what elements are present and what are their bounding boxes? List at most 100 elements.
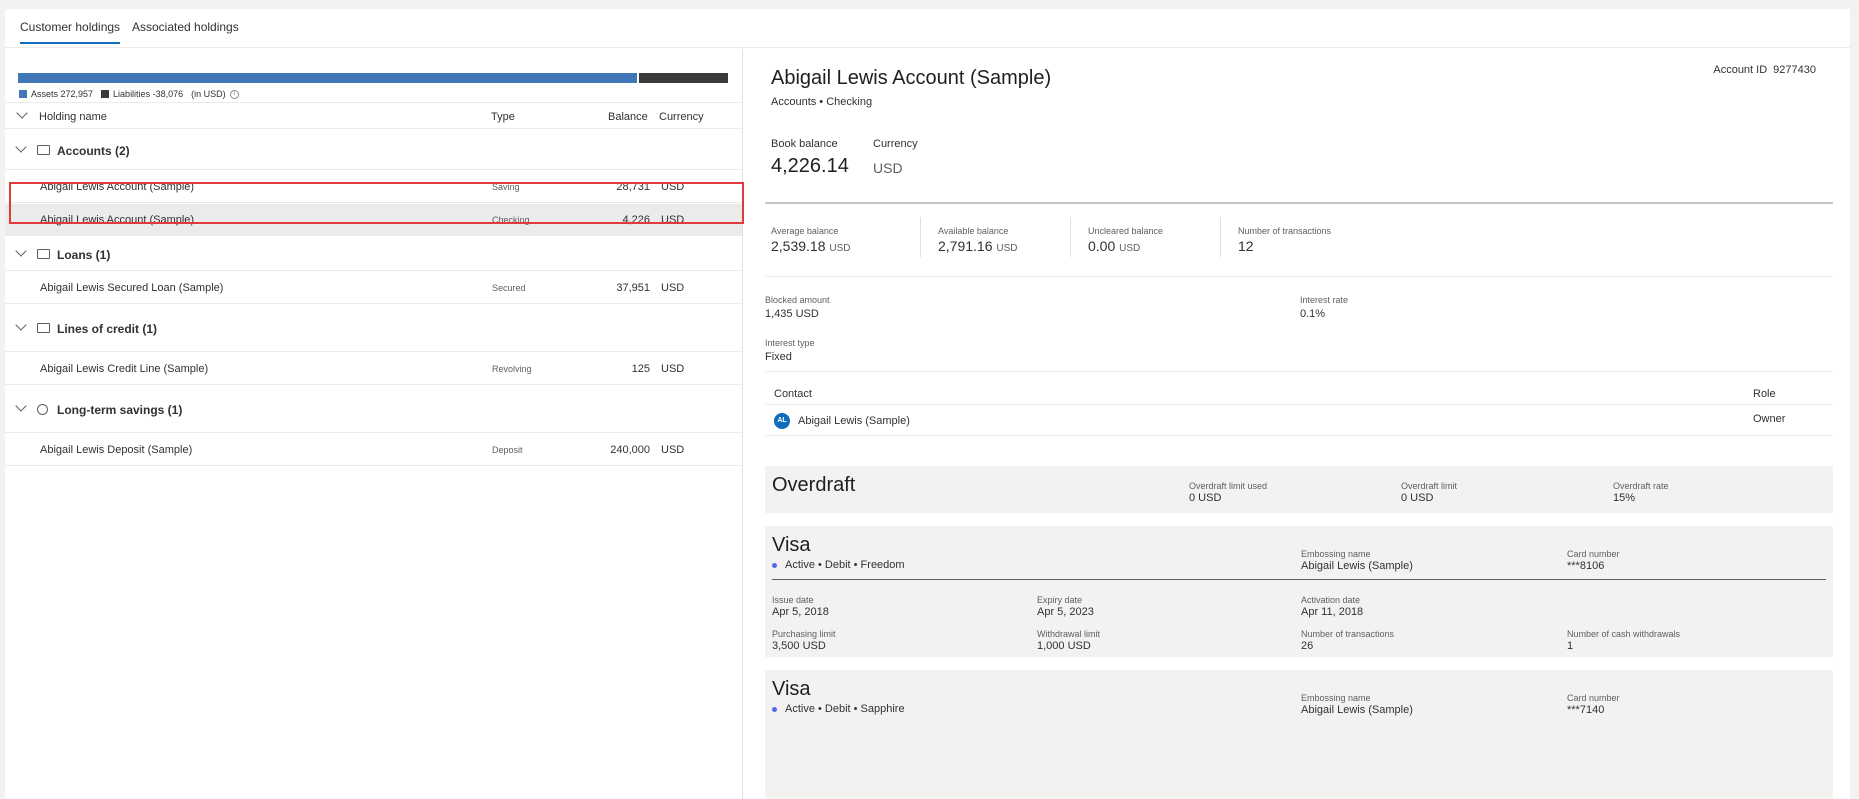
overdraft-card: Overdraft Overdraft limit used 0 USD Ove… bbox=[765, 466, 1833, 513]
liabilities-legend-label: Liabilities -38,076 bbox=[113, 89, 184, 99]
divider bbox=[772, 579, 1826, 580]
row-type: Checking bbox=[492, 215, 530, 225]
divider bbox=[1220, 217, 1221, 257]
row-balance: 240,000 bbox=[610, 444, 650, 456]
contact-name[interactable]: Abigail Lewis (Sample) bbox=[798, 415, 910, 427]
group-accounts[interactable]: Accounts (2) bbox=[5, 130, 742, 170]
divider bbox=[765, 202, 1833, 204]
overdraft-title: Overdraft bbox=[772, 474, 856, 496]
row-balance: 28,731 bbox=[616, 181, 650, 193]
currency-note: (in USD) bbox=[191, 89, 226, 99]
purchasing-limit: Purchasing limit 3,500 USD bbox=[772, 629, 836, 652]
account-id-label: Account ID bbox=[1713, 64, 1768, 76]
tab-bar: Customer holdings Associated holdings bbox=[5, 9, 1850, 48]
visa-card-freedom: Visa Active • Debit • Freedom Embossing … bbox=[765, 526, 1833, 657]
row-balance: 4,226 bbox=[622, 214, 650, 226]
group-label: Long-term savings (1) bbox=[57, 403, 183, 417]
table-row[interactable]: Abigail Lewis Account (Sample) Saving 28… bbox=[5, 171, 742, 203]
app-frame: Customer holdings Associated holdings As… bbox=[5, 9, 1850, 799]
row-balance: 37,951 bbox=[616, 282, 650, 294]
card-number-of-transactions: Number of transactions 26 bbox=[1301, 629, 1395, 652]
account-id: Account ID 9277430 bbox=[1713, 64, 1816, 76]
group-long-term-savings[interactable]: Long-term savings (1) bbox=[5, 386, 742, 433]
activation-date: Activation date Apr 11, 2018 bbox=[1301, 595, 1364, 618]
contact-role: Owner bbox=[1753, 413, 1786, 425]
visa-card-sapphire: Visa Active • Debit • Sapphire Embossing… bbox=[765, 670, 1833, 799]
row-name: Abigail Lewis Account (Sample) bbox=[40, 181, 195, 193]
header-contact: Contact bbox=[774, 388, 812, 400]
row-currency: USD bbox=[661, 444, 685, 456]
card-number: Card number ***8106 bbox=[1567, 549, 1620, 572]
overdraft-limit: Overdraft limit 0 USD bbox=[1401, 481, 1458, 504]
withdrawal-limit: Withdrawal limit 1,000 USD bbox=[1037, 629, 1101, 652]
chevron-down-icon[interactable] bbox=[15, 141, 27, 153]
card-status: Active • Debit • Sapphire bbox=[772, 703, 905, 715]
accounts-icon bbox=[37, 145, 50, 155]
loans-icon bbox=[37, 249, 50, 259]
page-subtitle: Accounts • Checking bbox=[771, 96, 873, 108]
expiry-date: Expiry date Apr 5, 2023 bbox=[1037, 595, 1094, 618]
holdings-legend: Assets 272,957 Liabilities -38,076 (in U… bbox=[19, 89, 239, 99]
card-title: Visa bbox=[772, 534, 811, 556]
tab-customer-holdings[interactable]: Customer holdings bbox=[20, 20, 121, 44]
embossing-name: Embossing name Abigail Lewis (Sample) bbox=[1301, 549, 1413, 572]
row-type: Revolving bbox=[492, 364, 532, 374]
header-holding-name[interactable]: Holding name bbox=[39, 111, 107, 123]
collapse-all-chevron-icon[interactable] bbox=[16, 107, 28, 119]
chevron-down-icon[interactable] bbox=[15, 400, 27, 412]
contact-table-header: Contact Role bbox=[765, 382, 1833, 405]
header-currency[interactable]: Currency bbox=[659, 111, 704, 123]
tab-associated-holdings[interactable]: Associated holdings bbox=[132, 20, 239, 42]
account-id-value: 9277430 bbox=[1773, 64, 1816, 76]
row-name: Abigail Lewis Secured Loan (Sample) bbox=[40, 282, 224, 294]
table-row[interactable]: Abigail Lewis Deposit (Sample) Deposit 2… bbox=[5, 434, 742, 466]
row-currency: USD bbox=[661, 214, 685, 226]
blocked-amount: Blocked amount 1,435 USD bbox=[765, 295, 830, 320]
row-name: Abigail Lewis Credit Line (Sample) bbox=[40, 363, 209, 375]
table-row[interactable]: Abigail Lewis Credit Line (Sample) Revol… bbox=[5, 353, 742, 385]
header-type[interactable]: Type bbox=[491, 111, 515, 123]
assets-swatch bbox=[19, 90, 27, 98]
card-number: Card number ***7140 bbox=[1567, 693, 1620, 716]
embossing-name: Embossing name Abigail Lewis (Sample) bbox=[1301, 693, 1413, 716]
row-name: Abigail Lewis Deposit (Sample) bbox=[40, 444, 193, 456]
divider bbox=[920, 217, 921, 257]
book-balance-label: Book balance bbox=[771, 138, 838, 150]
divider bbox=[1070, 217, 1071, 257]
info-icon[interactable]: i bbox=[229, 89, 239, 99]
group-label: Lines of credit (1) bbox=[57, 322, 158, 336]
interest-rate: Interest rate 0.1% bbox=[1300, 295, 1349, 320]
row-name: Abigail Lewis Account (Sample) bbox=[40, 214, 195, 226]
issue-date: Issue date Apr 5, 2018 bbox=[772, 595, 829, 618]
overdraft-rate: Overdraft rate 15% bbox=[1613, 481, 1669, 504]
liabilities-bar bbox=[639, 73, 728, 83]
currency-label: Currency bbox=[873, 138, 918, 150]
contact-row[interactable]: AL Abigail Lewis (Sample) Owner bbox=[765, 406, 1833, 436]
savings-icon bbox=[37, 404, 48, 415]
chevron-down-icon[interactable] bbox=[15, 245, 27, 257]
account-detail-pane: Abigail Lewis Account (Sample) Accounts … bbox=[765, 49, 1840, 799]
row-currency: USD bbox=[661, 181, 685, 193]
row-currency: USD bbox=[661, 282, 685, 294]
page-title: Abigail Lewis Account (Sample) bbox=[771, 67, 1052, 89]
divider bbox=[765, 276, 1833, 277]
table-row[interactable]: Abigail Lewis Secured Loan (Sample) Secu… bbox=[5, 272, 742, 304]
row-type: Saving bbox=[492, 182, 520, 192]
group-label: Accounts (2) bbox=[57, 144, 130, 158]
row-type: Secured bbox=[492, 283, 526, 293]
chevron-down-icon[interactable] bbox=[15, 319, 27, 331]
book-balance-value: 4,226.14 bbox=[771, 155, 849, 177]
currency-value: USD bbox=[873, 160, 903, 176]
header-balance[interactable]: Balance bbox=[608, 111, 648, 123]
card-status: Active • Debit • Freedom bbox=[772, 559, 905, 571]
number-of-cash-withdrawals: Number of cash withdrawals 1 bbox=[1567, 629, 1681, 652]
assets-bar bbox=[18, 73, 637, 83]
group-lines-of-credit[interactable]: Lines of credit (1) bbox=[5, 305, 742, 352]
header-role: Role bbox=[1753, 388, 1776, 400]
card-title: Visa bbox=[772, 678, 811, 700]
overdraft-limit-used: Overdraft limit used 0 USD bbox=[1189, 481, 1268, 504]
row-currency: USD bbox=[661, 363, 685, 375]
table-row-selected[interactable]: Abigail Lewis Account (Sample) Checking … bbox=[5, 204, 742, 236]
group-loans[interactable]: Loans (1) bbox=[5, 237, 742, 271]
liabilities-swatch bbox=[101, 90, 110, 98]
